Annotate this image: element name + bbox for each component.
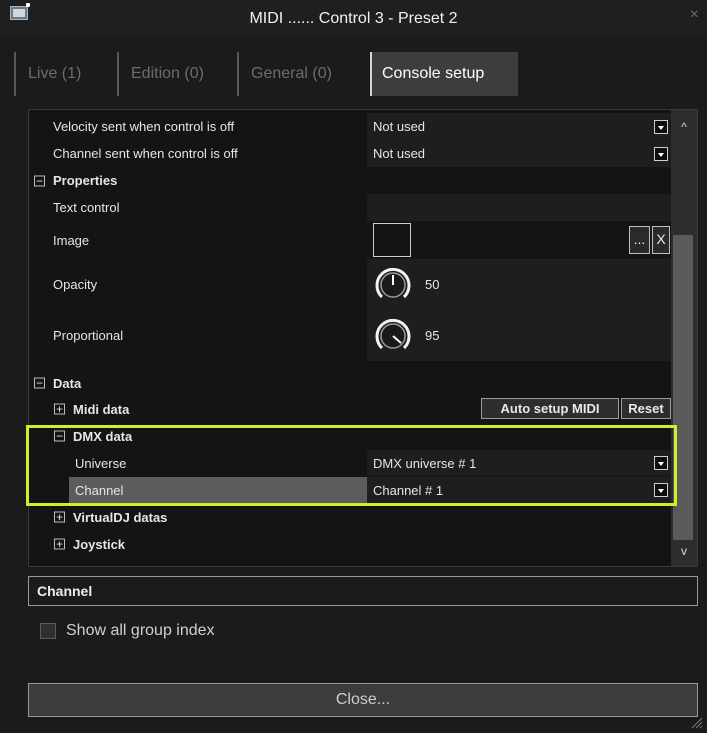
expand-icon[interactable]: +: [54, 538, 65, 550]
show-all-group-index-checkbox[interactable]: [40, 623, 56, 639]
show-all-group-index-option[interactable]: Show all group index: [40, 618, 215, 644]
show-all-group-index-label: Show all group index: [66, 622, 215, 639]
image-label: Image: [53, 232, 90, 248]
dmx-data-category: DMX data: [73, 428, 133, 444]
image-clear-button[interactable]: X: [652, 226, 670, 254]
image-value: [367, 221, 672, 259]
virtualdj-datas-category: VirtualDJ datas: [73, 509, 168, 525]
row-universe: Universe DMX universe # 1: [29, 450, 672, 476]
image-preview[interactable]: [373, 223, 411, 257]
text-control-input[interactable]: [367, 194, 672, 221]
row-velocity-off: Velocity sent when control is off Not us…: [29, 113, 672, 140]
resize-grip-icon[interactable]: [691, 717, 703, 729]
row-properties[interactable]: − Properties: [29, 167, 672, 194]
tab-live[interactable]: Live (1): [14, 52, 112, 96]
chevron-down-icon[interactable]: [654, 146, 668, 161]
row-opacity: Opacity 50: [29, 259, 672, 309]
reset-button[interactable]: Reset: [621, 398, 671, 419]
channel-off-value: Not used: [373, 146, 426, 161]
row-channel-off: Channel sent when control is off Not use…: [29, 140, 672, 167]
auto-setup-midi-button[interactable]: Auto setup MIDI: [481, 398, 619, 419]
row-midi-data[interactable]: + Midi data Auto setup MIDI Reset: [29, 396, 672, 422]
row-image: Image ... X: [29, 221, 672, 259]
midi-data-category: Midi data: [73, 401, 130, 417]
title-bar: MIDI ...... Control 3 - Preset 2 ×: [0, 0, 707, 38]
row-dmx-data[interactable]: − DMX data: [29, 423, 672, 449]
collapse-icon[interactable]: −: [34, 175, 45, 186]
row-channel: Channel Channel # 1: [29, 477, 672, 503]
opacity-knob[interactable]: [373, 264, 413, 304]
row-virtualdj-datas[interactable]: + VirtualDJ datas: [29, 504, 672, 530]
tab-console-setup[interactable]: Console setup: [370, 52, 518, 96]
collapse-icon[interactable]: −: [54, 430, 65, 442]
row-joystick[interactable]: + Joystick: [29, 531, 672, 557]
channel-select[interactable]: Channel # 1: [367, 477, 672, 503]
grid-scrollbar[interactable]: ^ v: [671, 110, 697, 566]
opacity-label: Opacity: [53, 276, 98, 292]
channel-label[interactable]: Channel: [69, 477, 367, 503]
universe-value: DMX universe # 1: [373, 455, 477, 471]
row-data[interactable]: − Data: [29, 370, 672, 396]
close-window-icon[interactable]: ×: [690, 6, 699, 24]
scroll-down-icon[interactable]: v: [671, 542, 697, 560]
tab-edition[interactable]: Edition (0): [117, 52, 232, 96]
proportional-knob[interactable]: [373, 315, 413, 355]
proportional-readout: 95: [425, 327, 440, 343]
row-proportional: Proportional 95: [29, 309, 672, 361]
collapse-icon[interactable]: −: [34, 377, 45, 389]
chevron-down-icon[interactable]: [654, 119, 668, 134]
velocity-off-value: Not used: [373, 119, 426, 134]
opacity-value: 50: [367, 259, 672, 309]
description-panel: Channel: [28, 576, 698, 606]
joystick-category: Joystick: [73, 536, 126, 552]
scroll-up-icon[interactable]: ^: [671, 118, 697, 136]
row-text-control: Text control: [29, 194, 672, 221]
opacity-readout: 50: [425, 276, 440, 292]
tab-general[interactable]: General (0): [237, 52, 367, 96]
scroll-thumb[interactable]: [673, 235, 693, 540]
tab-bar: Live (1) Edition (0) General (0) Console…: [14, 52, 694, 96]
property-grid: Velocity sent when control is off Not us…: [28, 109, 698, 567]
velocity-off-label: Velocity sent when control is off: [53, 119, 235, 134]
chevron-down-icon[interactable]: [654, 483, 668, 497]
data-category: Data: [53, 375, 82, 391]
close-button[interactable]: Close...: [28, 683, 698, 717]
window-title: MIDI ...... Control 3 - Preset 2: [249, 10, 458, 27]
velocity-off-select[interactable]: Not used: [367, 113, 672, 140]
text-control-label: Text control: [53, 200, 120, 215]
expand-icon[interactable]: +: [54, 511, 65, 523]
properties-category: Properties: [53, 173, 118, 188]
universe-select[interactable]: DMX universe # 1: [367, 450, 672, 476]
proportional-label: Proportional: [53, 327, 124, 343]
universe-label: Universe: [75, 455, 127, 471]
channel-off-label: Channel sent when control is off: [53, 146, 238, 161]
chevron-down-icon[interactable]: [654, 456, 668, 470]
expand-icon[interactable]: +: [54, 403, 65, 415]
channel-off-select[interactable]: Not used: [367, 140, 672, 167]
proportional-value: 95: [367, 309, 672, 361]
image-browse-button[interactable]: ...: [629, 226, 650, 254]
channel-value: Channel # 1: [373, 482, 444, 498]
